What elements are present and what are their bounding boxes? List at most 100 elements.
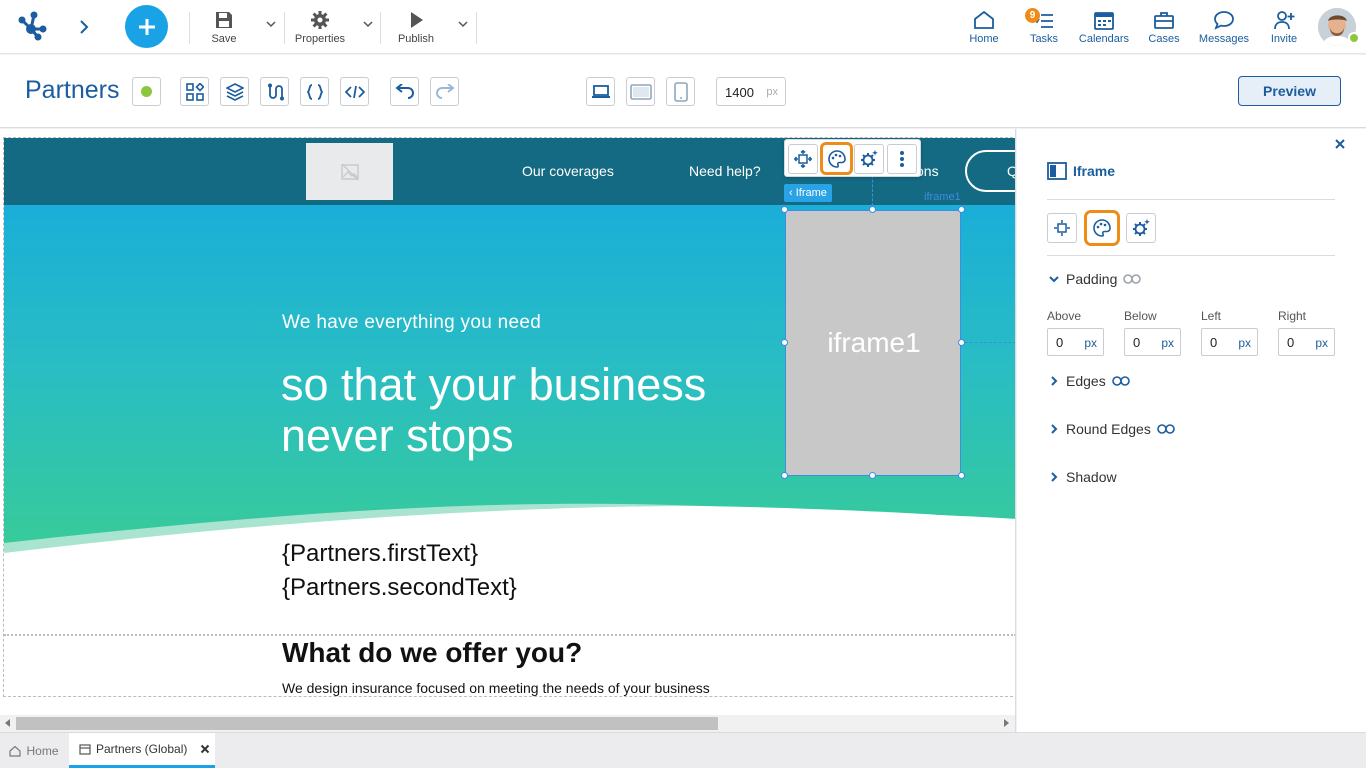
nav-messages[interactable]: Messages [1196, 0, 1252, 54]
undo-icon [394, 83, 414, 99]
selection-handle[interactable] [958, 472, 965, 479]
selection-handle[interactable] [869, 472, 876, 479]
expand-chevron-icon[interactable] [77, 19, 91, 35]
selection-handle[interactable] [781, 339, 788, 346]
selection-handle[interactable] [958, 339, 965, 346]
width-input[interactable]: 1400 px [716, 77, 786, 106]
move-icon [1054, 220, 1070, 236]
first-text-variable[interactable]: {Partners.firstText} [282, 540, 478, 568]
publish-label: Publish [397, 32, 435, 45]
padding-below-input[interactable]: 0 px [1124, 328, 1181, 356]
offer-title[interactable]: What do we offer you? [282, 637, 582, 669]
variables-button[interactable] [300, 77, 329, 106]
undo-button[interactable] [390, 77, 419, 106]
logo-placeholder[interactable] [306, 143, 393, 200]
nav-calendars-label: Calendars [1078, 32, 1130, 45]
layers-button[interactable] [220, 77, 249, 106]
settings-button[interactable] [854, 144, 884, 174]
home-icon [9, 745, 22, 757]
padding-left-input[interactable]: 0 px [1201, 328, 1258, 356]
status-dot [141, 86, 152, 97]
save-dropdown-chevron-icon[interactable] [265, 18, 277, 30]
nav-link-coverages[interactable]: Our coverages [522, 163, 614, 179]
nav-cases[interactable]: Cases [1145, 0, 1183, 54]
publish-dropdown-chevron-icon[interactable] [457, 18, 469, 30]
horizontal-scrollbar[interactable] [0, 715, 1015, 732]
mobile-view-button[interactable] [666, 77, 695, 106]
move-button[interactable] [788, 144, 818, 174]
selection-handle[interactable] [958, 206, 965, 213]
padding-right-input[interactable]: 0 px [1278, 328, 1335, 356]
guide-line [872, 175, 873, 206]
padding-right-value: 0 [1287, 335, 1295, 350]
shadow-section-toggle[interactable]: Shadow [1048, 469, 1117, 485]
padding-below-unit: px [1161, 336, 1174, 350]
preview-button[interactable]: Preview [1238, 76, 1341, 106]
padding-above-unit: px [1084, 336, 1097, 350]
calendar-icon [1094, 11, 1114, 30]
palette-icon [1093, 219, 1111, 237]
header-outline-button[interactable]: Q [965, 150, 1015, 192]
breadcrumb-parent-tag[interactable]: ‹ Iframe [784, 184, 832, 202]
tab-home[interactable]: Home [0, 733, 68, 768]
close-tab-icon[interactable] [200, 744, 210, 754]
properties-dropdown-chevron-icon[interactable] [362, 18, 374, 30]
scroll-right-arrow-icon[interactable] [1004, 719, 1009, 727]
add-button[interactable] [125, 5, 168, 48]
invite-icon [1274, 10, 1295, 29]
move-icon [794, 150, 812, 168]
panel-divider [1047, 255, 1335, 256]
desktop-view-button[interactable] [586, 77, 615, 106]
nav-link-help[interactable]: Need help? [689, 163, 761, 179]
round-edges-section-toggle[interactable]: Round Edges [1048, 421, 1175, 437]
hero-subtitle: We have everything you need [282, 312, 542, 333]
chevron-right-icon [1051, 376, 1058, 386]
layers-icon [225, 82, 244, 101]
gear-icon [311, 10, 329, 29]
shadow-label: Shadow [1066, 469, 1117, 485]
redo-button[interactable] [430, 77, 459, 106]
more-options-button[interactable] [887, 144, 917, 174]
selection-handle[interactable] [781, 472, 788, 479]
tablet-view-button[interactable] [626, 77, 655, 106]
link-icon[interactable] [1123, 274, 1142, 284]
padding-left-label: Left [1201, 309, 1222, 323]
tab-partners[interactable]: Partners (Global) [69, 733, 215, 768]
components-button[interactable] [180, 77, 209, 106]
style-button[interactable] [820, 142, 853, 175]
flow-icon [267, 83, 284, 100]
selection-handle[interactable] [869, 206, 876, 213]
app-logo-icon[interactable] [14, 9, 48, 43]
nav-home[interactable]: Home [964, 0, 1004, 54]
nav-invite[interactable]: Invite [1266, 0, 1302, 54]
link-icon[interactable] [1111, 376, 1130, 386]
panel-header: Iframe [1047, 162, 1115, 180]
padding-above-input[interactable]: 0 px [1047, 328, 1104, 356]
offer-text[interactable]: We design insurance focused on meeting t… [282, 680, 710, 696]
design-canvas[interactable]: Our coverages Need help? ons Q We have e… [0, 129, 1016, 732]
second-text-variable[interactable]: {Partners.secondText} [282, 574, 517, 602]
nav-calendars[interactable]: Calendars [1076, 0, 1132, 54]
save-button[interactable]: Save [205, 0, 243, 54]
publish-button[interactable]: Publish [395, 0, 437, 54]
iframe-element[interactable]: iframe1 [785, 210, 961, 476]
link-icon[interactable] [1157, 424, 1175, 434]
code-button[interactable] [340, 77, 369, 106]
page-icon [79, 743, 91, 755]
properties-button[interactable]: Properties [292, 0, 348, 54]
scroll-left-arrow-icon[interactable] [5, 719, 10, 727]
close-panel-icon[interactable] [1334, 138, 1346, 150]
status-button[interactable] [132, 77, 161, 106]
panel-settings-button[interactable] [1126, 213, 1156, 243]
chat-icon [1214, 10, 1234, 30]
panel-move-button[interactable] [1047, 213, 1077, 243]
divider [476, 12, 477, 44]
selection-handle[interactable] [781, 206, 788, 213]
data-flow-button[interactable] [260, 77, 289, 106]
round-edges-label: Round Edges [1066, 421, 1151, 437]
panel-style-button[interactable] [1084, 210, 1120, 246]
edges-section-toggle[interactable]: Edges [1048, 373, 1130, 389]
scrollbar-thumb[interactable] [16, 717, 718, 730]
padding-section-toggle[interactable]: Padding [1048, 271, 1142, 287]
divider [284, 12, 285, 44]
